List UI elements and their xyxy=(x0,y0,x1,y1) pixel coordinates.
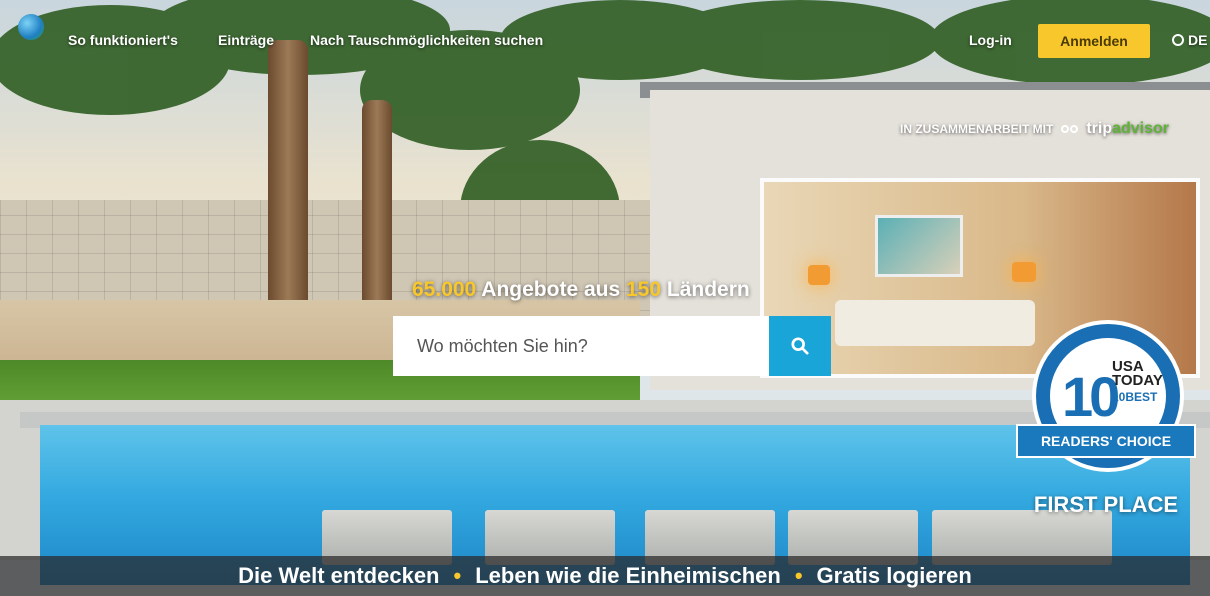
badge-usa-today: USA TODAY xyxy=(1112,358,1163,389)
sofa xyxy=(835,300,1035,346)
globe-icon xyxy=(1172,34,1184,46)
tripadvisor-logo: tripadvisor xyxy=(1086,120,1170,137)
register-button[interactable]: Anmelden xyxy=(1038,24,1150,58)
tagline-item: Leben wie die Einheimischen xyxy=(475,563,781,588)
nav-link-how-it-works[interactable]: So funktioniert's xyxy=(68,32,178,48)
destination-search-input[interactable] xyxy=(415,334,749,358)
globe-logo-icon[interactable] xyxy=(18,14,44,40)
palm-trunk xyxy=(362,100,392,330)
login-link[interactable]: Log-in xyxy=(969,32,1012,48)
search-button[interactable] xyxy=(769,316,831,376)
partner-text: IN ZUSAMMENARBEIT MIT xyxy=(900,122,1054,136)
lamp xyxy=(1012,262,1036,282)
search-field-container xyxy=(393,316,769,376)
countries-count: 150 xyxy=(626,278,662,301)
top-navigation: So funktioniert's Einträge Nach Tauschmö… xyxy=(0,0,1210,80)
search-icon xyxy=(791,337,809,355)
wall-painting xyxy=(875,215,963,277)
offers-text: Angebote aus xyxy=(481,278,621,301)
bullet-separator: • xyxy=(453,563,462,588)
language-label: DE xyxy=(1188,32,1208,48)
badge-number: 10 xyxy=(1062,365,1120,428)
usa-today-award-badge: 10 USA TODAY 10BEST READERS' CHOICE FIRST… xyxy=(1016,320,1196,520)
lamp xyxy=(808,265,830,285)
badge-first-place: FIRST PLACE xyxy=(1033,492,1179,517)
tagline-item: Gratis logieren xyxy=(816,563,972,588)
nav-link-search-exchanges[interactable]: Nach Tauschmöglichkeiten suchen xyxy=(310,32,543,48)
badge-ribbon: READERS' CHOICE xyxy=(1016,424,1196,458)
badge-10best: 10BEST xyxy=(1112,390,1158,404)
tripadvisor-owl-icon xyxy=(1061,125,1079,133)
partner-banner: IN ZUSAMMENARBEIT MIT tripadvisor xyxy=(900,120,1169,138)
countries-text: Ländern xyxy=(666,278,750,301)
tagline-bar: Die Welt entdecken • Leben wie die Einhe… xyxy=(0,556,1210,596)
bullet-separator: • xyxy=(794,563,803,588)
tagline-item: Die Welt entdecken xyxy=(238,563,440,588)
offers-headline: 65.000 Angebote aus 150 Ländern xyxy=(412,278,750,302)
offers-count: 65.000 xyxy=(412,278,477,301)
nav-link-listings[interactable]: Einträge xyxy=(218,32,274,48)
language-selector[interactable]: DE xyxy=(1172,32,1207,48)
palm-trunk xyxy=(268,40,308,340)
